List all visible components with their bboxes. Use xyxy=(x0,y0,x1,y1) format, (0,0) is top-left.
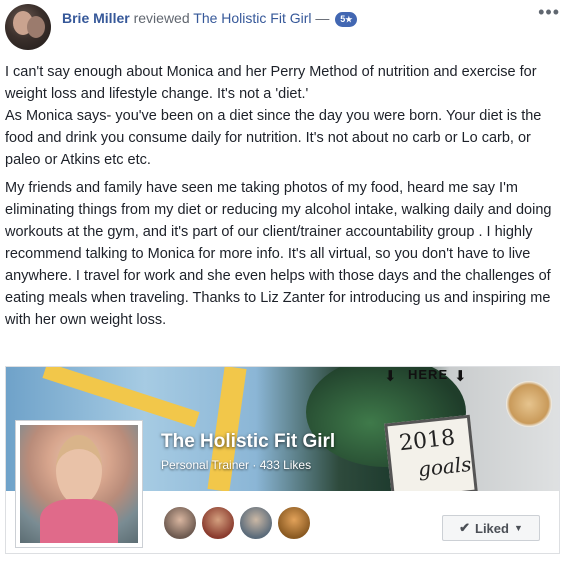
goals-year: 2018 xyxy=(398,425,457,457)
post-header: Brie Miller reviewed The Holistic Fit Gi… xyxy=(62,9,358,27)
review-verb: reviewed xyxy=(133,10,190,26)
coffee-cup-image xyxy=(506,381,552,427)
friend-avatar[interactable] xyxy=(276,505,312,541)
goals-word: goals xyxy=(416,451,473,482)
profile-photo xyxy=(20,425,138,543)
friend-avatar[interactable] xyxy=(238,505,274,541)
page-name-link[interactable]: The Holistic Fit Girl xyxy=(193,10,311,26)
arrow-down-icon: ⬇ xyxy=(384,368,397,385)
liked-button[interactable]: ✔ Liked ▼ xyxy=(442,515,540,541)
review-paragraph-2: As Monica says- you've been on a diet si… xyxy=(5,108,542,168)
page-preview-card[interactable]: ⬇ HERE ⬇ 2018 goals The Holistic Fit Gir… xyxy=(5,366,560,554)
cover-here-text: HERE xyxy=(408,367,449,382)
chevron-down-icon: ▼ xyxy=(513,523,523,533)
review-post: Brie Miller reviewed The Holistic Fit Gi… xyxy=(0,0,570,564)
more-options-icon[interactable]: ••• xyxy=(538,2,560,23)
review-paragraph-1: I can't say enough about Monica and her … xyxy=(5,64,537,102)
subtitle-separator: · xyxy=(252,458,257,472)
arrow-down-icon: ⬇ xyxy=(454,368,467,385)
liked-label: Liked xyxy=(475,520,509,536)
page-likes-count[interactable]: 433 Likes xyxy=(260,458,311,472)
page-profile-picture[interactable] xyxy=(15,420,143,548)
page-category: Personal Trainer xyxy=(161,458,250,472)
review-text: I can't say enough about Monica and her … xyxy=(5,61,560,331)
friend-avatar[interactable] xyxy=(200,505,236,541)
check-icon: ✔ xyxy=(459,520,470,535)
rating-badge: 5★ xyxy=(335,12,358,27)
author-name-link[interactable]: Brie Miller xyxy=(62,10,130,26)
page-title[interactable]: The Holistic Fit Girl xyxy=(161,431,335,453)
page-subtitle: Personal Trainer · 433 Likes xyxy=(161,458,311,472)
friend-avatar[interactable] xyxy=(162,505,198,541)
goals-notepad: 2018 goals xyxy=(384,414,478,491)
header-dash: — xyxy=(315,10,330,26)
author-avatar[interactable] xyxy=(5,4,51,50)
review-paragraph-3: My friends and family have seen me takin… xyxy=(5,180,552,328)
star-icon: ★ xyxy=(345,15,353,24)
